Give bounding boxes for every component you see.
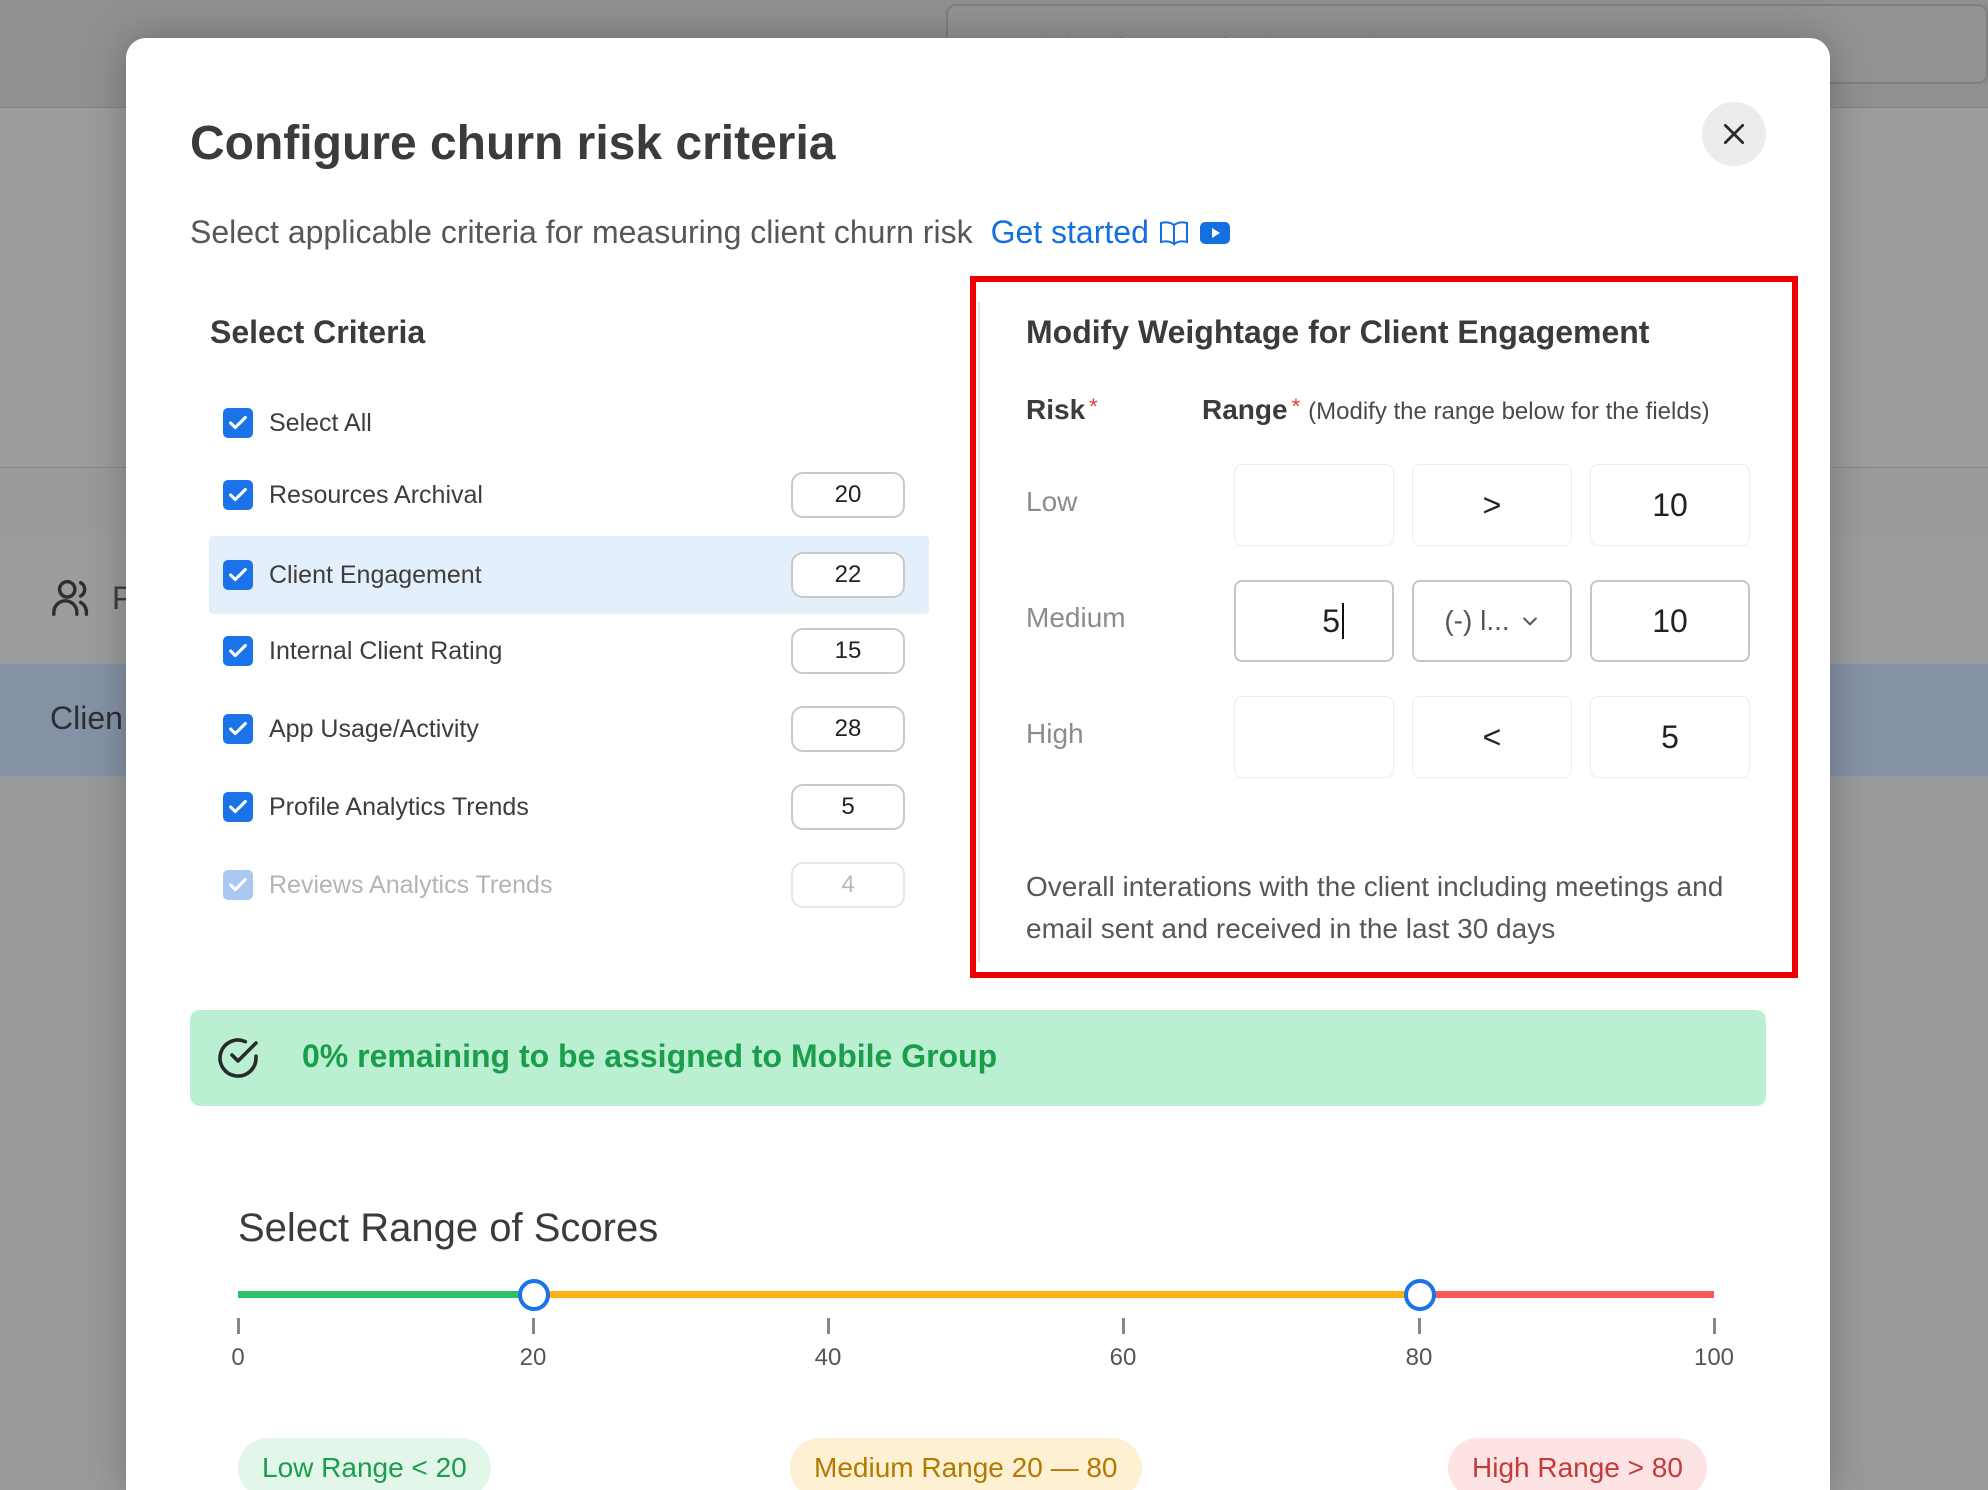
low-to-input[interactable]: 10 (1590, 464, 1750, 546)
configure-churn-modal: Configure churn risk criteria Select app… (126, 38, 1830, 1490)
criteria-label: Reviews Analytics Trends (269, 870, 553, 899)
medium-range-pill: Medium Range 20 — 80 (790, 1438, 1142, 1490)
axis-tick-label: 60 (1109, 1344, 1137, 1371)
medium-from-value: 5 (1322, 602, 1340, 639)
book-icon[interactable] (1159, 220, 1189, 246)
criteria-title: Select Criteria (210, 314, 426, 350)
checkmark-icon (229, 877, 247, 892)
risk-medium-label: Medium (1026, 602, 1126, 633)
select-all-checkbox[interactable] (223, 408, 253, 438)
criteria-label: Resources Archival (269, 480, 483, 509)
weightage-title: Modify Weightage for Client Engagement (1026, 314, 1650, 350)
close-button[interactable] (1702, 102, 1766, 166)
medium-from-input[interactable]: 5 (1234, 580, 1394, 662)
required-mark: * (1291, 394, 1301, 419)
assignment-status-banner: 0% remaining to be assigned to Mobile Gr… (190, 1010, 1766, 1106)
range-handle-high[interactable] (1404, 1279, 1436, 1311)
criteria-label: Client Engagement (269, 560, 482, 589)
criteria-label: Profile Analytics Trends (269, 792, 529, 821)
risk-high-label: High (1026, 718, 1084, 749)
criteria-item-reviews-analytics[interactable]: Reviews Analytics Trends 4 (209, 846, 929, 924)
criteria-description: Overall interations with the client incl… (1026, 871, 1724, 944)
criteria-item-app-usage[interactable]: App Usage/Activity 28 (209, 690, 929, 768)
checkmark-icon (229, 643, 247, 658)
criteria-item-profile-analytics[interactable]: Profile Analytics Trends 5 (209, 768, 929, 846)
criteria-weight-input[interactable]: 15 (791, 628, 905, 674)
range-segment-low (238, 1291, 534, 1298)
axis-tick (1418, 1318, 1421, 1334)
range-handle-low[interactable] (518, 1279, 550, 1311)
close-icon (1723, 123, 1745, 145)
range-segment-medium (534, 1291, 1420, 1298)
checkmark-icon (229, 487, 247, 502)
criteria-checkbox[interactable] (223, 714, 253, 744)
medium-operator-select[interactable]: (-) l... (1412, 580, 1572, 662)
text-caret (1342, 603, 1344, 639)
criteria-checkbox[interactable] (223, 636, 253, 666)
criteria-label: App Usage/Activity (269, 714, 479, 743)
criteria-weight-input[interactable]: 22 (791, 552, 905, 598)
axis-tick (237, 1318, 240, 1334)
criteria-checkbox[interactable] (223, 480, 253, 510)
axis-tick-label: 80 (1405, 1344, 1433, 1371)
axis-tick-label: 20 (519, 1344, 547, 1371)
criteria-checkbox[interactable] (223, 560, 253, 590)
modal-subtitle: Select applicable criteria for measuring… (190, 214, 973, 250)
high-range-pill: High Range > 80 (1448, 1438, 1707, 1490)
video-icon[interactable] (1199, 220, 1231, 246)
criteria-checkbox[interactable] (223, 870, 253, 900)
criteria-weight-input[interactable]: 4 (791, 862, 905, 908)
risk-header-label: Risk (1026, 394, 1086, 425)
criteria-item-client-engagement[interactable]: Client Engagement 22 (209, 536, 929, 614)
criteria-weight-input[interactable]: 28 (791, 706, 905, 752)
range-header: Range * (Modify the range below for the fi… (1202, 394, 1710, 426)
low-from-input[interactable] (1234, 464, 1394, 546)
low-range-pill: Low Range < 20 (238, 1438, 491, 1490)
axis-tick-label: 100 (1693, 1344, 1735, 1371)
criteria-checkbox[interactable] (223, 792, 253, 822)
axis-tick (1122, 1318, 1125, 1334)
check-circle-icon (218, 1038, 258, 1078)
range-segment-high (1420, 1291, 1714, 1298)
select-all-row[interactable]: Select All (209, 384, 929, 462)
criteria-item-internal-client-rating[interactable]: Internal Client Rating 15 (209, 612, 929, 690)
low-operator[interactable]: > (1412, 464, 1572, 546)
score-range-title: Select Range of Scores (238, 1206, 659, 1250)
subtitle-row: Select applicable criteria for measuring… (190, 214, 1231, 251)
high-to-input[interactable]: 5 (1590, 696, 1750, 778)
medium-to-input[interactable]: 10 (1590, 580, 1750, 662)
modal-title: Configure churn risk criteria (190, 117, 836, 170)
chevron-down-icon (1522, 617, 1537, 626)
axis-tick-label: 0 (231, 1344, 245, 1371)
checkmark-icon (229, 799, 247, 814)
axis-tick (827, 1318, 830, 1334)
high-from-input[interactable] (1234, 696, 1394, 778)
checkmark-icon (229, 721, 247, 736)
checkmark-icon (229, 415, 247, 430)
axis-tick (532, 1318, 535, 1334)
select-all-label: Select All (269, 408, 372, 437)
banner-text: 0% remaining to be assigned to Mobile Gr… (302, 1038, 998, 1074)
high-operator[interactable]: < (1412, 696, 1572, 778)
axis-tick (1713, 1318, 1716, 1334)
range-hint: (Modify the range below for the fields) (1308, 398, 1710, 425)
criteria-weight-input[interactable]: 5 (791, 784, 905, 830)
criteria-label: Internal Client Rating (269, 636, 503, 665)
risk-header: Risk * (1026, 394, 1098, 426)
criteria-item-resources-archival[interactable]: Resources Archival 20 (209, 456, 929, 534)
checkmark-icon (229, 567, 247, 582)
people-icon (52, 579, 89, 616)
background-table-label: Clien (50, 700, 123, 736)
range-header-label: Range (1202, 394, 1288, 425)
criteria-weight-input[interactable]: 20 (791, 472, 905, 518)
risk-low-label: Low (1026, 486, 1078, 517)
get-started-link[interactable]: Get started (991, 214, 1149, 251)
required-mark: * (1089, 394, 1098, 419)
axis-tick-label: 40 (814, 1344, 842, 1371)
medium-operator-value: (-) l... (1444, 605, 1510, 636)
